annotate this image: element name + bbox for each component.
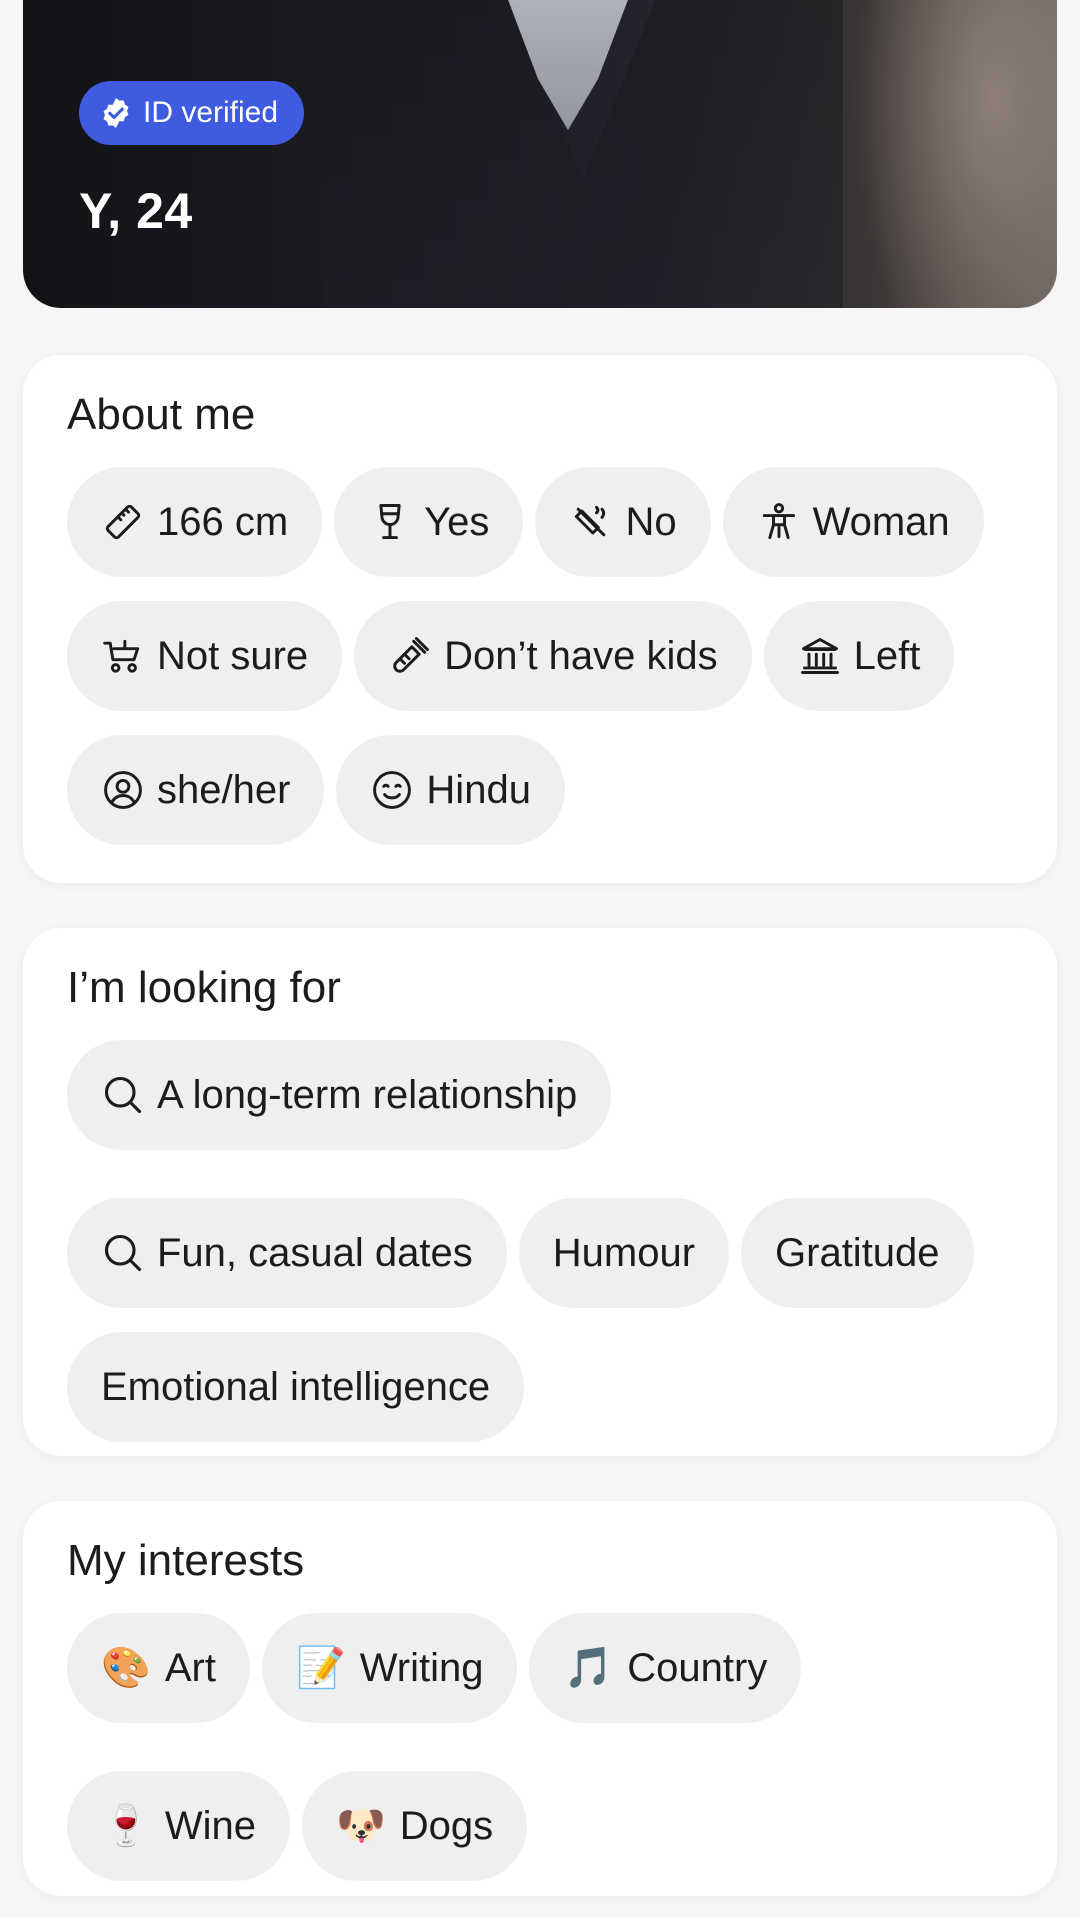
height-chip[interactable]: 166 cm <box>67 467 323 577</box>
chip-label: Fun, casual dates <box>157 1230 473 1275</box>
baby-bottle-icon <box>388 634 432 678</box>
gratitude-chip[interactable]: Gratitude <box>741 1198 974 1308</box>
id-verified-badge[interactable]: ID verified <box>79 81 305 145</box>
interest-art-chip[interactable]: 🎨 Art <box>67 1613 250 1723</box>
gender-chip[interactable]: Woman <box>722 467 984 577</box>
interests-chips: 🎨 Art 📝 Writing 🎵 Country 🍷 Wine 🐶 Dogs <box>67 1613 1013 1881</box>
kids-chip[interactable]: Don’t have kids <box>354 601 752 711</box>
family-plans-chip[interactable]: Not sure <box>67 601 343 711</box>
chip-label: Wine <box>164 1803 256 1848</box>
chip-label: Writing <box>359 1645 484 1690</box>
chip-label: A long-term relationship <box>157 1072 578 1117</box>
chip-label: Not sure <box>157 633 309 678</box>
wine-glass-icon: 🍷 <box>101 1804 151 1848</box>
about-me-title: About me <box>67 390 256 439</box>
about-me-section: About me 166 cm Yes No Woman Not sure Do… <box>23 355 1057 883</box>
id-verified-label: ID verified <box>143 96 279 129</box>
user-circle-icon <box>101 768 145 812</box>
chip-label: Don’t have kids <box>444 633 718 678</box>
chip-label: Woman <box>812 499 950 544</box>
search-icon <box>101 1231 145 1275</box>
casual-dates-chip[interactable]: Fun, casual dates <box>67 1198 507 1308</box>
humour-chip[interactable]: Humour <box>518 1198 730 1308</box>
dog-face-icon: 🐶 <box>335 1804 386 1848</box>
chip-label: Gratitude <box>775 1230 940 1275</box>
no-smoking-icon <box>569 500 613 544</box>
religion-chip[interactable]: Hindu <box>336 735 565 845</box>
smile-face-icon <box>370 768 414 812</box>
chip-label: No <box>625 499 677 544</box>
about-me-chips: 166 cm Yes No Woman Not sure Don’t have … <box>67 467 1013 845</box>
chip-label: Dogs <box>399 1803 494 1848</box>
government-building-icon <box>798 634 842 678</box>
profile-photo[interactable]: ID verified Y, 24 <box>23 0 1057 308</box>
politics-chip[interactable]: Left <box>763 601 955 711</box>
looking-for-chips: A long-term relationship Fun, casual dat… <box>67 1040 1013 1442</box>
stroller-icon <box>101 634 145 678</box>
search-icon <box>101 1073 145 1117</box>
chip-label: Hindu <box>426 767 531 812</box>
interest-country-chip[interactable]: 🎵 Country <box>529 1613 802 1723</box>
interest-dogs-chip[interactable]: 🐶 Dogs <box>301 1771 528 1881</box>
chip-label: Emotional intelligence <box>101 1364 491 1409</box>
looking-for-section: I’m looking for A long-term relationship… <box>23 928 1057 1456</box>
ruler-icon <box>101 500 145 544</box>
profile-name-age: Y, 24 <box>79 183 193 239</box>
chip-label: Yes <box>424 499 490 544</box>
interests-section: My interests 🎨 Art 📝 Writing 🎵 Country 🍷… <box>23 1501 1057 1896</box>
long-term-relationship-chip[interactable]: A long-term relationship <box>67 1040 612 1150</box>
drinking-chip[interactable]: Yes <box>334 467 524 577</box>
interest-writing-chip[interactable]: 📝 Writing <box>261 1613 518 1723</box>
interests-title: My interests <box>67 1536 305 1585</box>
chip-label: Art <box>164 1645 216 1690</box>
verified-check-icon <box>103 98 129 128</box>
chip-label: Left <box>853 633 921 678</box>
chip-label: 166 cm <box>157 499 289 544</box>
emotional-intelligence-chip[interactable]: Emotional intelligence <box>67 1332 525 1442</box>
wine-glass-icon <box>368 500 412 544</box>
chip-label: she/her <box>157 767 291 812</box>
chip-label: Country <box>627 1645 768 1690</box>
person-icon <box>757 500 801 544</box>
looking-for-title: I’m looking for <box>67 963 341 1012</box>
memo-icon: 📝 <box>295 1646 346 1690</box>
interest-wine-chip[interactable]: 🍷 Wine <box>67 1771 290 1881</box>
music-note-icon: 🎵 <box>563 1646 614 1690</box>
palette-icon: 🎨 <box>101 1646 151 1690</box>
pronouns-chip[interactable]: she/her <box>67 735 325 845</box>
smoking-chip[interactable]: No <box>535 467 711 577</box>
chip-label: Humour <box>552 1230 696 1275</box>
